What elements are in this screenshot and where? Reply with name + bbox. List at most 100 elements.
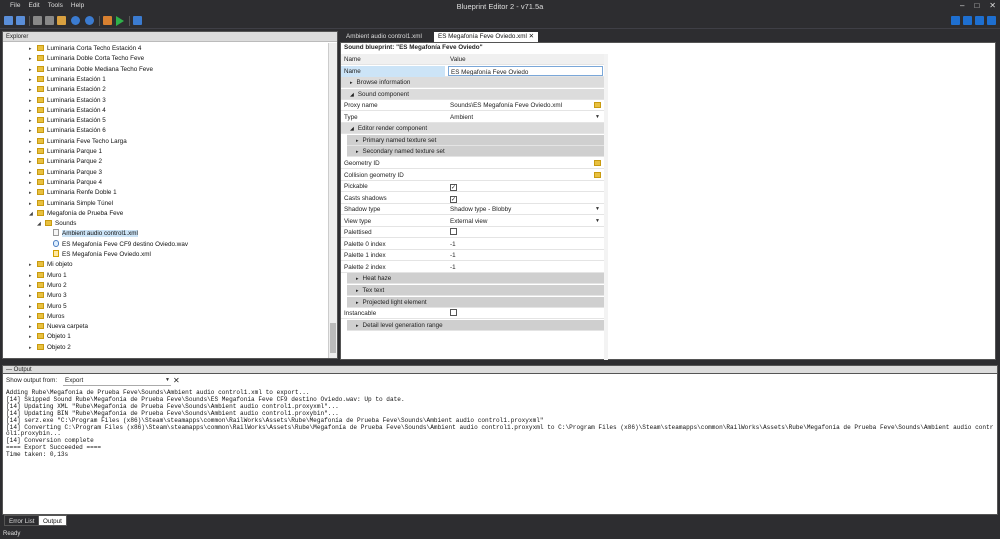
expand-arrow-icon[interactable]: ▸ xyxy=(29,188,37,198)
expand-arrow-icon[interactable]: ▸ xyxy=(29,332,37,342)
expand-arrow-icon[interactable]: ▸ xyxy=(29,178,37,188)
expand-arrow-icon[interactable]: ▸ xyxy=(29,126,37,136)
category-row[interactable]: ▸ Tex text xyxy=(347,285,604,296)
property-value[interactable]: ✓ xyxy=(448,193,603,203)
expand-arrow-icon[interactable]: ▸ xyxy=(29,75,37,85)
property-value[interactable]: Ambient ▼ xyxy=(448,112,603,122)
checkbox[interactable] xyxy=(450,309,457,317)
tree-item[interactable]: ▸ Luminaria Parque 2 xyxy=(29,157,102,167)
export-icon[interactable] xyxy=(103,16,112,25)
folder-browse-icon[interactable] xyxy=(594,171,601,178)
expand-arrow-icon[interactable]: ◢ xyxy=(29,209,37,219)
expand-arrow-icon[interactable]: ▸ xyxy=(356,300,359,306)
chevron-down-icon[interactable]: ▼ xyxy=(595,112,600,122)
expand-arrow-icon[interactable]: ▸ xyxy=(29,137,37,147)
tree-item[interactable]: ▸ Luminaria Parque 3 xyxy=(29,168,102,178)
expand-arrow-icon[interactable]: ▸ xyxy=(29,312,37,322)
tree-item[interactable]: ▸ Objeto 1 xyxy=(29,332,71,342)
checkbox[interactable]: ✓ xyxy=(450,184,457,192)
property-value[interactable]: -1 xyxy=(448,239,603,249)
clear-output-icon[interactable]: ✕ xyxy=(173,376,180,385)
tree-item[interactable]: ▸ Muro 5 xyxy=(29,302,67,312)
tree-item[interactable]: ▸ Luminaria Simple Túnel xyxy=(29,199,113,209)
tree-item[interactable]: ▸ Muro 1 xyxy=(29,271,67,281)
explorer-scrollbar[interactable] xyxy=(328,43,337,358)
expand-arrow-icon[interactable]: ▸ xyxy=(29,54,37,64)
expand-arrow-icon[interactable]: ▸ xyxy=(356,149,359,155)
tree-item[interactable]: ▸ Mi objeto xyxy=(29,260,73,270)
expand-arrow-icon[interactable]: ▸ xyxy=(29,147,37,157)
redo-icon[interactable] xyxy=(85,16,94,25)
tree-item[interactable]: ◢ Sounds xyxy=(37,219,76,229)
tree-item[interactable]: ▸ Luminaria Parque 4 xyxy=(29,178,102,188)
layout-icon-3[interactable] xyxy=(975,16,984,25)
expand-arrow-icon[interactable]: ▸ xyxy=(29,116,37,126)
property-value[interactable]: Shadow type - Blobby ▼ xyxy=(448,204,603,214)
tree-item[interactable]: ▸ Muro 2 xyxy=(29,281,67,291)
tree-item[interactable]: ▸ Nueva carpeta xyxy=(29,322,88,332)
tree-item[interactable]: ▸ Luminaria Estación 6 xyxy=(29,126,106,136)
expand-arrow-icon[interactable]: ▸ xyxy=(350,80,353,86)
property-value[interactable]: ✓ xyxy=(448,181,603,192)
tree-item[interactable]: ▸ Luminaria Corta Techo Estación 4 xyxy=(29,44,141,54)
category-row[interactable]: ▸ Detail level generation range xyxy=(347,319,604,331)
expand-arrow-icon[interactable]: ▸ xyxy=(29,322,37,332)
expand-arrow-icon[interactable]: ▸ xyxy=(29,106,37,116)
folder-browse-icon[interactable] xyxy=(594,102,601,109)
chevron-down-icon[interactable]: ▼ xyxy=(595,204,600,214)
expand-arrow-icon[interactable]: ◢ xyxy=(350,126,354,132)
maximize-icon[interactable]: □ xyxy=(974,1,979,10)
checkbox[interactable] xyxy=(450,228,457,236)
expand-arrow-icon[interactable]: ◢ xyxy=(37,219,45,229)
category-row[interactable]: ▸ Secondary named texture set xyxy=(347,146,604,158)
save-icon[interactable] xyxy=(16,16,25,25)
expand-arrow-icon[interactable]: ▸ xyxy=(29,168,37,178)
tree-item[interactable]: ▸ Luminaria Doble Mediana Techo Feve xyxy=(29,65,153,75)
tab-close-icon[interactable]: ✕ xyxy=(529,33,534,40)
tree-item[interactable]: ES Megafonía Feve Oviedo.xml xyxy=(45,250,151,260)
undo-icon[interactable] xyxy=(71,16,80,25)
category-row[interactable]: ◢ Editor render component xyxy=(341,123,604,135)
tab-output[interactable]: Output xyxy=(38,515,67,526)
tree-item[interactable]: ▸ Muro 3 xyxy=(29,291,67,301)
tree-item[interactable]: ▸ Luminaria Estación 3 xyxy=(29,96,106,106)
tree-item[interactable]: ▸ Luminaria Doble Corta Techo Feve xyxy=(29,54,144,64)
tree-item[interactable]: ▸ Muros xyxy=(29,312,65,322)
tab-es-megafonia[interactable]: ES Megafonía Feve Oviedo.xml ✕ xyxy=(434,32,538,42)
category-row[interactable]: ▸ Browse information xyxy=(341,77,604,89)
output-source-select[interactable]: Export ▼ xyxy=(63,377,171,386)
property-value[interactable]: Sounds\ES Megafonía Feve Oviedo.xml xyxy=(448,100,603,110)
expand-arrow-icon[interactable]: ▸ xyxy=(29,96,37,106)
category-row[interactable]: ▸ Primary named texture set xyxy=(347,134,604,146)
expand-arrow-icon[interactable]: ▸ xyxy=(29,157,37,167)
tab-error-list[interactable]: Error List xyxy=(4,515,40,526)
expand-arrow-icon[interactable]: ▸ xyxy=(29,291,37,301)
expand-arrow-icon[interactable]: ▸ xyxy=(29,65,37,75)
expand-arrow-icon[interactable]: ▸ xyxy=(356,323,359,329)
property-value[interactable]: -1 xyxy=(448,262,603,272)
property-value[interactable]: ES Megafonía Feve Oviedo xyxy=(448,65,603,76)
tree-item[interactable]: ▸ Luminaria Estación 1 xyxy=(29,75,106,85)
output-log[interactable]: Adding Rube\Megafonía de Prueba Feve\Sou… xyxy=(6,389,994,459)
copy-icon[interactable] xyxy=(45,16,54,25)
checkbox[interactable]: ✓ xyxy=(450,195,457,203)
tab-ambient-audio[interactable]: Ambient audio control1.xml xyxy=(342,32,426,42)
tree-item[interactable]: ▸ Luminaria Renfe Doble 1 xyxy=(29,188,117,198)
tree-item[interactable]: ▸ Luminaria Feve Techo Larga xyxy=(29,137,127,147)
expand-arrow-icon[interactable]: ▸ xyxy=(29,302,37,312)
list-icon[interactable] xyxy=(133,16,142,25)
expand-arrow-icon[interactable]: ◢ xyxy=(350,92,354,98)
expand-arrow-icon[interactable]: ▸ xyxy=(29,85,37,95)
category-row[interactable]: ▸ Heat haze xyxy=(347,273,604,285)
expand-arrow-icon[interactable]: ▸ xyxy=(356,138,359,144)
tree-item[interactable]: Ambient audio control1.xml xyxy=(45,229,138,239)
expand-arrow-icon[interactable]: ▸ xyxy=(356,276,359,282)
layout-icon-4[interactable] xyxy=(987,16,996,25)
collapse-icon[interactable]: — xyxy=(6,367,12,373)
tree-item[interactable]: ▸ Luminaria Estación 2 xyxy=(29,85,106,95)
tree-item[interactable]: ▸ Luminaria Estación 4 xyxy=(29,106,106,116)
layout-icon-1[interactable] xyxy=(951,16,960,25)
close-icon[interactable]: ✕ xyxy=(989,1,996,10)
expand-arrow-icon[interactable]: ▸ xyxy=(29,343,37,353)
tree-item[interactable]: ▸ Objeto 2 xyxy=(29,343,71,353)
